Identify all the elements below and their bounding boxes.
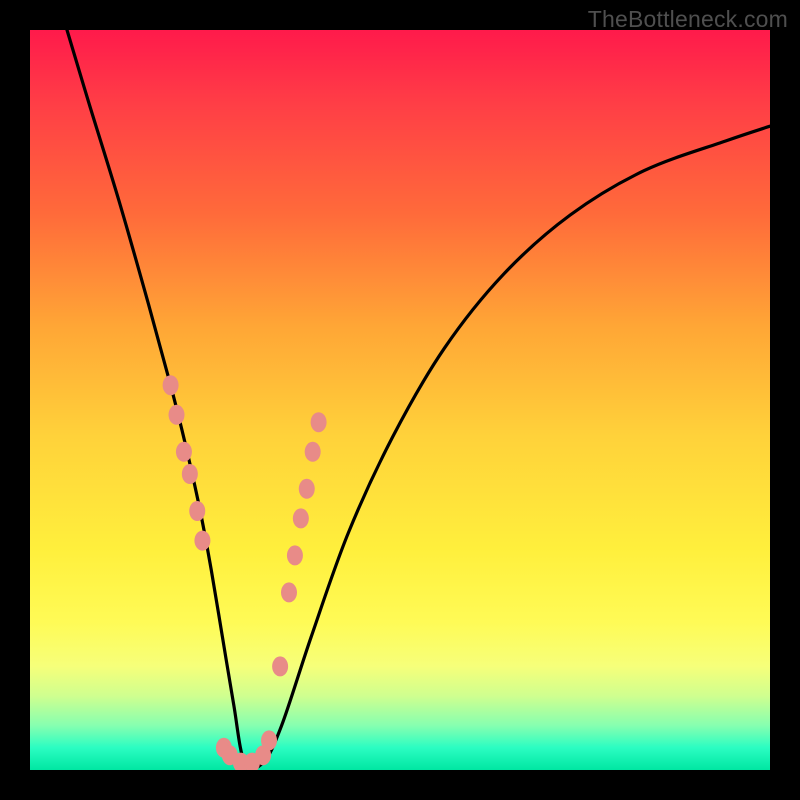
data-markers	[163, 375, 327, 770]
data-marker	[272, 656, 288, 676]
bottleneck-curve	[67, 30, 770, 769]
data-marker	[281, 582, 297, 602]
data-marker	[169, 405, 185, 425]
data-marker	[182, 464, 198, 484]
plot-area	[30, 30, 770, 770]
data-marker	[299, 479, 315, 499]
data-marker	[311, 412, 327, 432]
data-marker	[305, 442, 321, 462]
chart-frame: TheBottleneck.com	[0, 0, 800, 800]
data-marker	[163, 375, 179, 395]
data-marker	[194, 531, 210, 551]
data-marker	[293, 508, 309, 528]
data-marker	[287, 545, 303, 565]
data-marker	[261, 730, 277, 750]
curve-svg	[30, 30, 770, 770]
data-marker	[189, 501, 205, 521]
watermark-text: TheBottleneck.com	[588, 6, 788, 33]
data-marker	[176, 442, 192, 462]
